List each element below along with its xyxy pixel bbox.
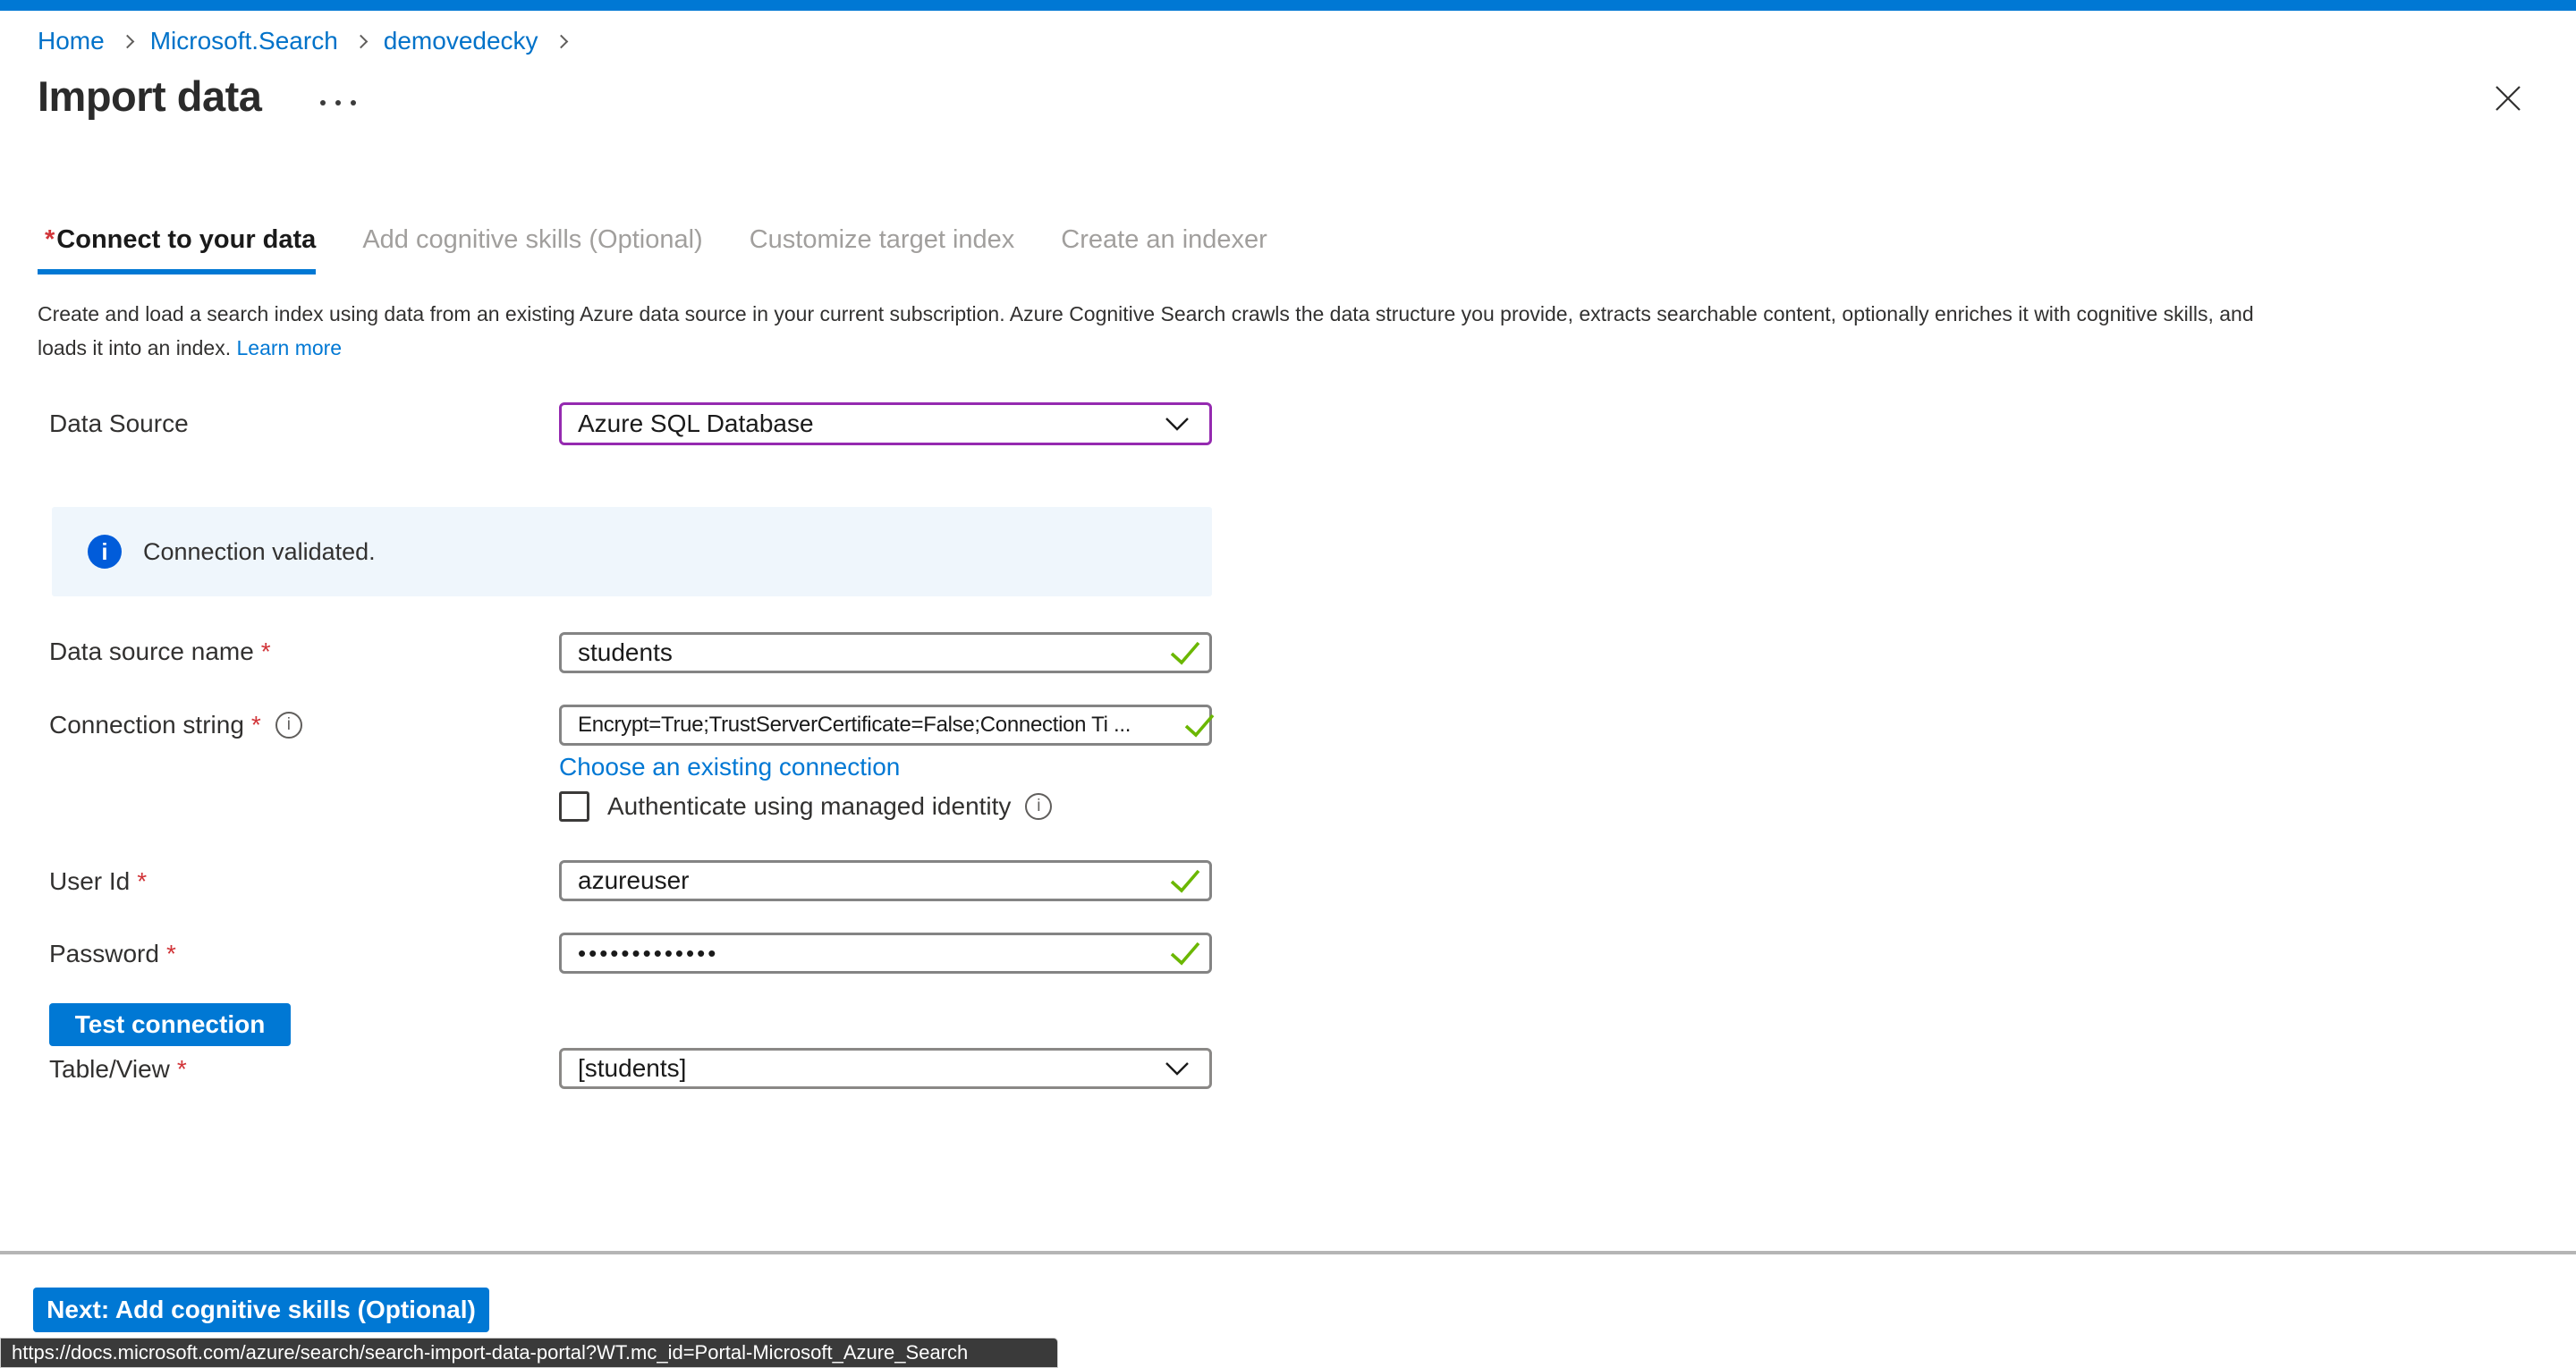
- data-source-name-field-wrapper: [559, 632, 1212, 673]
- data-source-value: Azure SQL Database: [578, 410, 814, 438]
- page-title: Import data: [38, 72, 261, 121]
- password-field-wrapper: [559, 933, 1212, 974]
- footer-divider: [0, 1251, 2576, 1254]
- more-options-icon[interactable]: [315, 95, 361, 111]
- user-id-input[interactable]: [559, 860, 1212, 901]
- tab-create-an-indexer[interactable]: Create an indexer: [1061, 225, 1267, 274]
- valid-check-icon: [1169, 640, 1201, 665]
- chevron-down-icon: [1165, 1061, 1190, 1076]
- connection-string-field-wrapper: [559, 705, 1212, 746]
- password-input[interactable]: [559, 933, 1212, 974]
- required-asterisk: *: [166, 942, 176, 967]
- test-connection-button[interactable]: Test connection: [49, 1003, 291, 1046]
- managed-identity-row: Authenticate using managed identity i: [559, 789, 1052, 824]
- breadcrumb-microsoft-search[interactable]: Microsoft.Search: [150, 27, 338, 55]
- table-view-label: Table/View*: [49, 1057, 187, 1082]
- chevron-right-icon: [554, 34, 568, 48]
- connection-validated-banner: i Connection validated.: [52, 507, 1212, 596]
- required-asterisk: *: [261, 639, 271, 664]
- wizard-tabs: *Connect to your data Add cognitive skil…: [38, 225, 1267, 274]
- page-description: Create and load a search index using dat…: [38, 297, 2254, 365]
- data-source-dropdown[interactable]: Azure SQL Database: [559, 402, 1212, 445]
- breadcrumb-demovedecky[interactable]: demovedecky: [384, 27, 538, 55]
- required-asterisk: *: [177, 1057, 187, 1082]
- tab-customize-target-index[interactable]: Customize target index: [750, 225, 1015, 274]
- info-icon: i: [88, 535, 122, 569]
- valid-check-icon: [1183, 713, 1216, 738]
- chevron-right-icon: [120, 34, 134, 48]
- description-line-2: loads it into an index. Learn more: [38, 331, 2254, 365]
- table-view-value: [students]: [578, 1054, 686, 1083]
- user-id-field-wrapper: [559, 860, 1212, 901]
- user-id-label: User Id*: [49, 869, 147, 894]
- breadcrumb: Home Microsoft.Search demovedecky: [38, 27, 584, 55]
- data-source-name-input[interactable]: [559, 632, 1212, 673]
- description-line-1: Create and load a search index using dat…: [38, 297, 2254, 331]
- managed-identity-label[interactable]: Authenticate using managed identity: [607, 792, 1011, 821]
- chevron-down-icon: [1165, 417, 1190, 431]
- choose-existing-connection-link[interactable]: Choose an existing connection: [559, 753, 900, 781]
- valid-check-icon: [1169, 941, 1201, 966]
- table-view-dropdown[interactable]: [students]: [559, 1048, 1212, 1089]
- managed-identity-checkbox[interactable]: [559, 791, 589, 822]
- required-asterisk: *: [137, 869, 147, 894]
- info-icon[interactable]: i: [1025, 793, 1052, 820]
- password-label: Password*: [49, 942, 176, 967]
- tab-add-cognitive-skills[interactable]: Add cognitive skills (Optional): [362, 225, 702, 274]
- learn-more-link[interactable]: Learn more: [236, 336, 342, 359]
- info-icon[interactable]: i: [275, 712, 302, 739]
- chevron-right-icon: [354, 34, 369, 48]
- statusbar-url: https://docs.microsoft.com/azure/search/…: [12, 1341, 968, 1364]
- connection-string-input[interactable]: [559, 705, 1212, 746]
- banner-message: Connection validated.: [143, 538, 376, 566]
- required-asterisk: *: [45, 225, 55, 254]
- next-add-cognitive-skills-button[interactable]: Next: Add cognitive skills (Optional): [33, 1288, 489, 1332]
- data-source-name-label: Data source name*: [49, 639, 271, 664]
- connection-string-label: Connection string* i: [49, 712, 302, 739]
- link-preview-statusbar: https://docs.microsoft.com/azure/search/…: [0, 1338, 1058, 1368]
- valid-check-icon: [1169, 868, 1201, 893]
- data-source-label: Data Source: [49, 411, 189, 436]
- required-asterisk: *: [251, 713, 261, 738]
- tab-connect-to-your-data[interactable]: *Connect to your data: [38, 225, 316, 274]
- azure-top-bar: [0, 0, 2576, 11]
- breadcrumb-home[interactable]: Home: [38, 27, 105, 55]
- close-icon[interactable]: [2488, 79, 2528, 118]
